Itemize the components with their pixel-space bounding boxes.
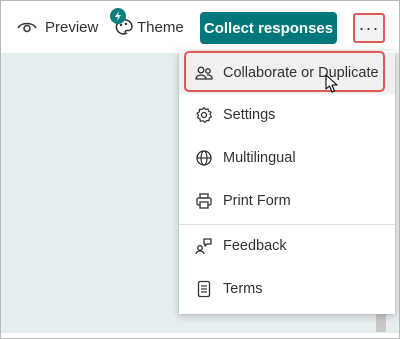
menu-item-feedback[interactable]: Feedback [179,225,395,267]
top-toolbar: Preview Theme Collect responses ··· [1,1,399,53]
preview-button[interactable]: Preview [17,1,98,53]
globe-icon [195,149,213,167]
menu-label-collaborate: Collaborate or Duplicate [223,65,379,81]
eye-icon [17,17,37,37]
gear-icon [195,106,213,124]
menu-label-multilingual: Multilingual [223,150,296,166]
menu-item-print-form[interactable]: Print Form [179,180,395,222]
theme-label: Theme [137,18,184,36]
people-icon [195,64,213,82]
more-options-menu: Collaborate or Duplicate Settings Multil… [179,51,395,314]
menu-item-multilingual[interactable]: Multilingual [179,137,395,179]
menu-item-collaborate[interactable]: Collaborate or Duplicate [179,52,395,94]
menu-item-terms[interactable]: Terms [179,268,395,310]
ellipsis-icon: ··· [358,17,380,38]
collect-responses-button[interactable]: Collect responses [200,12,337,44]
more-options-button[interactable]: ··· [353,13,385,43]
preview-label: Preview [45,18,99,36]
menu-label-settings: Settings [223,107,276,123]
feedback-icon [195,237,213,255]
menu-label-terms: Terms [223,281,263,297]
menu-label-feedback: Feedback [223,238,287,254]
menu-item-settings[interactable]: Settings [179,94,395,136]
palette-icon [110,8,135,38]
theme-button[interactable]: Theme [110,1,184,53]
document-icon [195,280,213,298]
printer-icon [195,192,213,210]
menu-label-print-form: Print Form [223,193,291,209]
lightning-badge-icon [110,8,126,24]
